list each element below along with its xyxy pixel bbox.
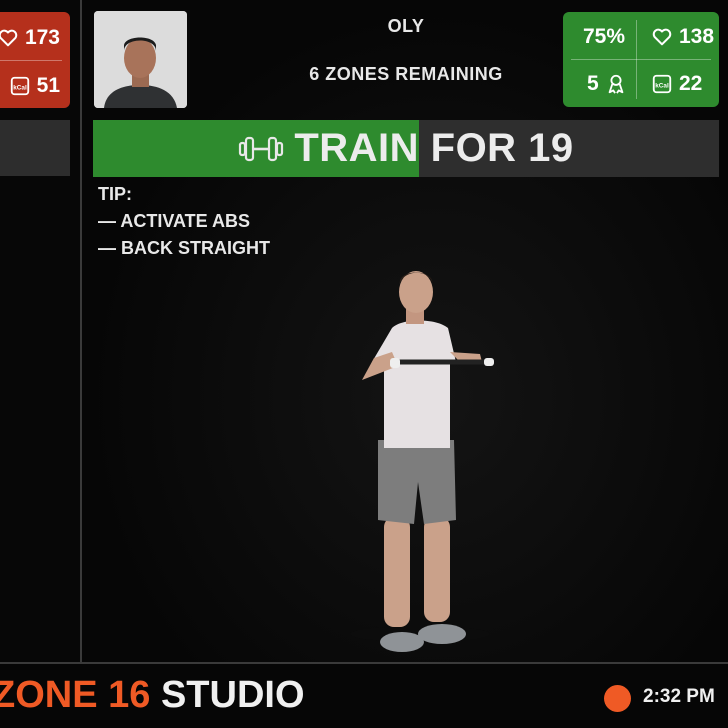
stats-box: 75% 138 5 kCal 22 (563, 12, 719, 107)
zone-label: ZONE 16 (0, 674, 151, 716)
left-calories-value: 51 (36, 74, 60, 97)
kcal-icon: kCal (652, 74, 672, 94)
left-participant-tile: 173 kCal 51 (0, 0, 80, 662)
avatar-photo (94, 11, 187, 108)
effort-percent-value: 75% (583, 25, 626, 48)
train-label: TRAIN FOR 19 (294, 126, 574, 170)
svg-text:kCal: kCal (13, 85, 27, 92)
heart-icon (0, 29, 18, 47)
dumbbell-icon (239, 136, 284, 161)
left-heart-rate-value: 173 (24, 26, 60, 49)
zones-remaining: 6 ZONES REMAINING (309, 64, 503, 84)
studio-label: STUDIO (150, 674, 305, 716)
medal-icon (608, 74, 624, 94)
tip-panel: TIP: — ACTIVATE ABS — BACK STRAIGHT (98, 181, 270, 262)
tip-line: — BACK STRAIGHT (98, 238, 270, 258)
bottom-status-bar: ZONE 16 STUDIO 2:32 PM (0, 662, 728, 728)
studio-title: ZONE 16 STUDIO (0, 674, 305, 717)
left-stats-box: 173 kCal 51 (0, 12, 70, 108)
calories: kCal 22 (651, 72, 702, 96)
medals-value: 5 (587, 72, 599, 95)
user-name: OLY (387, 16, 425, 36)
train-progress-bar: TRAIN FOR 19 (93, 120, 719, 177)
live-indicator-dot (604, 685, 631, 712)
left-train-bar (0, 120, 70, 176)
calories-value: 22 (679, 72, 703, 95)
trainer-figure (350, 271, 494, 652)
train-content: TRAIN FOR 19 (93, 120, 719, 177)
divider (0, 60, 62, 61)
divider (571, 59, 711, 60)
user-avatar (94, 11, 187, 108)
clock: 2:32 PM (643, 686, 715, 707)
left-heart-rate: 173 (0, 26, 60, 50)
heart-icon (652, 28, 672, 46)
effort-percent: 75% (583, 25, 625, 49)
kcal-icon: kCal (10, 76, 29, 96)
left-calories: kCal 51 (9, 74, 60, 98)
main-participant-tile: OLY 6 ZONES REMAINING 75% 138 5 kCal 22 (82, 0, 728, 662)
svg-text:kCal: kCal (655, 83, 669, 90)
medals: 5 (587, 72, 627, 96)
heart-rate: 138 (651, 25, 714, 49)
tip-title: TIP: (98, 184, 132, 204)
tip-line: — ACTIVATE ABS (98, 211, 250, 231)
heart-rate-value: 138 (679, 25, 715, 48)
